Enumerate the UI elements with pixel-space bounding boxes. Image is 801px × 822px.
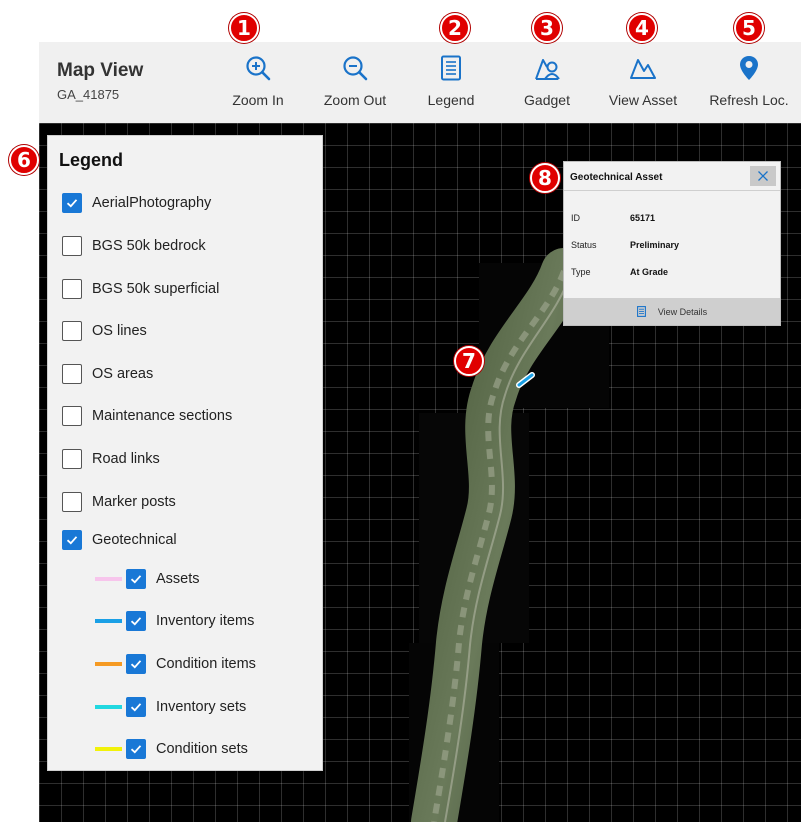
layer-os-lines[interactable]: OS lines (62, 321, 147, 341)
popup-title: Geotechnical Asset (570, 172, 663, 183)
checkmark-icon (130, 617, 142, 626)
refresh-location-label: Refresh Loc. (709, 92, 789, 108)
app-subtitle: GA_41875 (57, 87, 120, 102)
divider (564, 190, 780, 191)
checkbox[interactable] (62, 279, 82, 299)
checkbox[interactable] (62, 406, 82, 426)
checkbox[interactable] (126, 654, 146, 674)
checkbox[interactable] (62, 449, 82, 469)
layer-marker-posts[interactable]: Marker posts (62, 492, 176, 512)
checkbox[interactable] (62, 236, 82, 256)
checkbox[interactable] (126, 611, 146, 631)
checkbox[interactable] (126, 569, 146, 589)
sublayer-label: Condition sets (156, 741, 248, 757)
color-swatch (95, 705, 122, 709)
color-swatch (95, 577, 122, 581)
sublayer-inventory-items[interactable]: Inventory items (95, 611, 254, 631)
layer-bgs-superficial[interactable]: BGS 50k superficial (62, 279, 219, 299)
legend-label: Legend (427, 92, 475, 108)
checkbox[interactable] (62, 364, 82, 384)
toolbar: Map View GA_41875 Zoom In Zoom Out Legen… (39, 42, 801, 123)
callout-4: 4 (627, 13, 657, 43)
legend-panel: Legend AerialPhotography BGS 50k bedrock… (47, 135, 323, 771)
callout-8: 8 (530, 163, 560, 193)
field-value-status: Preliminary (630, 240, 680, 250)
layer-label: BGS 50k superficial (92, 281, 220, 297)
field-key-status: Status (571, 240, 597, 250)
checkmark-icon (130, 745, 142, 754)
popup-close-button[interactable] (750, 166, 776, 186)
checkmark-icon (130, 660, 142, 669)
zoom-out-icon (343, 56, 368, 81)
field-value-id: 65171 (630, 213, 656, 223)
callout-6: 6 (9, 145, 39, 175)
layer-label: Maintenance sections (92, 408, 233, 424)
layer-os-areas[interactable]: OS areas (62, 364, 153, 384)
gadget-label: Gadget (524, 92, 570, 108)
location-pin-icon (740, 56, 758, 80)
field-value-type: At Grade (630, 267, 669, 277)
callout-1: 1 (229, 13, 259, 43)
layer-label: OS areas (92, 366, 154, 382)
layer-maintenance-sections[interactable]: Maintenance sections (62, 406, 232, 426)
document-icon (636, 306, 646, 317)
zoom-out-label: Zoom Out (323, 92, 387, 108)
refresh-location-button[interactable]: Refresh Loc. (694, 52, 801, 116)
layer-label: Marker posts (92, 494, 176, 510)
checkbox[interactable] (62, 530, 82, 550)
mountain-icon (630, 59, 656, 79)
checkbox[interactable] (62, 193, 82, 213)
checkmark-icon (130, 703, 142, 712)
checkmark-icon (130, 575, 142, 584)
checkbox[interactable] (126, 739, 146, 759)
sublayer-condition-items[interactable]: Condition items (95, 654, 256, 674)
sublayer-condition-sets[interactable]: Condition sets (95, 739, 248, 759)
color-swatch (95, 619, 122, 623)
legend-list-icon (441, 55, 461, 81)
close-icon (758, 171, 768, 181)
layer-aerial-photography[interactable]: AerialPhotography (62, 193, 211, 213)
layer-road-links[interactable]: Road links (62, 449, 160, 469)
gadget-icon (535, 59, 560, 80)
zoom-in-label: Zoom In (232, 92, 284, 108)
zoom-in-button[interactable]: Zoom In (203, 52, 313, 116)
callout-2: 2 (440, 13, 470, 43)
color-swatch (95, 747, 122, 751)
layer-label: Geotechnical (92, 532, 177, 548)
checkmark-icon (66, 536, 78, 545)
view-asset-button[interactable]: View Asset (588, 52, 698, 116)
checkbox[interactable] (62, 321, 82, 341)
zoom-out-button[interactable]: Zoom Out (300, 52, 410, 116)
sublayer-inventory-sets[interactable]: Inventory sets (95, 697, 246, 717)
sublayer-assets[interactable]: Assets (95, 569, 200, 589)
callout-7: 7 (454, 346, 484, 376)
sublayer-label: Condition items (156, 656, 256, 672)
view-asset-label: View Asset (608, 92, 678, 108)
asset-popup: Geotechnical Asset ID 65171 Status Preli… (563, 161, 781, 326)
field-key-id: ID (571, 213, 580, 223)
layer-geotechnical[interactable]: Geotechnical (62, 530, 177, 550)
view-details-label: View Details (657, 306, 708, 317)
checkbox[interactable] (126, 697, 146, 717)
callout-5: 5 (734, 13, 764, 43)
checkbox[interactable] (62, 492, 82, 512)
field-key-type: Type (571, 267, 591, 277)
color-swatch (95, 662, 122, 666)
layer-label: OS lines (92, 323, 147, 339)
app-title: Map View (57, 60, 144, 81)
legend-title: Legend (59, 150, 124, 170)
callout-3: 3 (532, 13, 562, 43)
checkmark-icon (66, 199, 78, 208)
gadget-button[interactable]: Gadget (492, 52, 602, 116)
sublayer-label: Inventory items (156, 613, 255, 629)
sublayer-label: Assets (156, 571, 200, 587)
layer-label: AerialPhotography (92, 195, 212, 211)
layer-label: Road links (92, 451, 160, 467)
view-details-button[interactable]: View Details (564, 298, 780, 325)
layer-label: BGS 50k bedrock (92, 238, 206, 254)
sublayer-label: Inventory sets (156, 699, 247, 715)
layer-bgs-bedrock[interactable]: BGS 50k bedrock (62, 236, 206, 256)
legend-button[interactable]: Legend (396, 52, 506, 116)
zoom-in-icon (246, 56, 271, 81)
